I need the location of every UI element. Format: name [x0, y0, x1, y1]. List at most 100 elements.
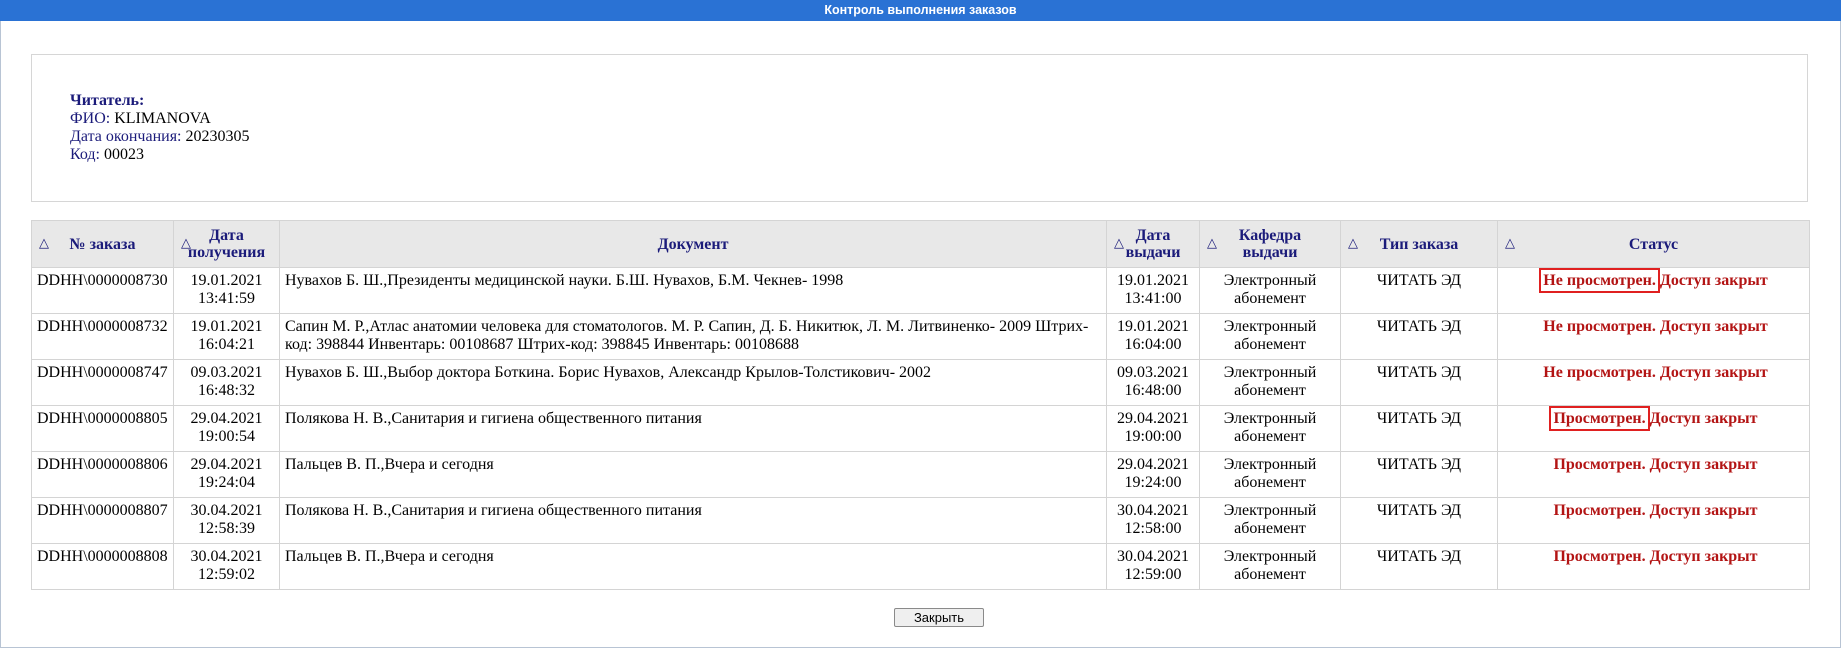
order-type-cell: ЧИТАТЬ ЭД [1340, 313, 1498, 360]
status-access: Доступ закрыт [1659, 272, 1768, 289]
order-type-cell: ЧИТАТЬ ЭД [1340, 451, 1498, 498]
sort-issued-icon[interactable]: △ [1114, 235, 1124, 252]
reader-end-date-label: Дата окончания: [70, 128, 182, 145]
received-time: 19:00:54 [198, 428, 255, 445]
issued-time: 13:41:00 [1124, 290, 1182, 307]
department-line2: абонемент [1234, 520, 1306, 537]
reader-panel: Читатель: ФИО: KLIMANOVA Дата окончания:… [31, 54, 1808, 202]
department-line1: Электронный [1223, 548, 1317, 565]
order-type-cell: ЧИТАТЬ ЭД [1340, 405, 1498, 452]
status-text: Просмотрен. Доступ закрыт [1549, 544, 1757, 569]
reader-info: Читатель: ФИО: KLIMANOVA Дата окончания:… [70, 92, 250, 164]
reader-code-line: Код: 00023 [70, 146, 250, 164]
document-cell: Пальцев В. П.,Вчера и сегодня [279, 451, 1107, 498]
department-cell: Электронный абонемент [1199, 267, 1341, 314]
received-datetime-cell: 29.04.2021 19:24:04 [173, 451, 280, 498]
status-text: Не просмотрен. Доступ закрыт [1539, 360, 1767, 385]
department-line1: Электронный [1223, 410, 1317, 427]
received-date: 19.01.2021 [190, 272, 263, 289]
table-row[interactable]: DDHH\0000008806 29.04.2021 19:24:04 Пальцев… [31, 451, 1810, 498]
issued-datetime-cell: 29.04.2021 19:00:00 [1106, 405, 1200, 452]
department-line2: абонемент [1234, 566, 1306, 583]
status-viewed: Просмотрен. [1553, 548, 1646, 565]
issued-datetime-cell: 30.04.2021 12:58:00 [1106, 497, 1200, 544]
status-text: Просмотрен. Доступ закрыт [1549, 498, 1757, 523]
order-type-cell: ЧИТАТЬ ЭД [1340, 359, 1498, 406]
issued-time: 12:58:00 [1124, 520, 1182, 537]
table-row[interactable]: DDHH\0000008805 29.04.2021 19:00:54 Поляков… [31, 405, 1810, 452]
column-header-department[interactable]: △ Кафедра выдачи [1199, 220, 1341, 268]
status-text: Не просмотрен. Доступ закрыт [1539, 314, 1767, 339]
issued-date: 29.04.2021 [1117, 410, 1189, 427]
table-row[interactable]: DDHH\0000008732 19.01.2021 16:04:21 Сапин М… [31, 313, 1810, 360]
received-datetime-cell: 30.04.2021 12:58:39 [173, 497, 280, 544]
close-button[interactable]: Закрыть [894, 608, 984, 627]
column-header-type[interactable]: △ Тип заказа [1340, 220, 1498, 268]
status-access: Доступ закрыт [1659, 318, 1768, 335]
column-header-status[interactable]: △ Статус [1497, 220, 1810, 268]
received-time: 16:04:21 [198, 336, 255, 353]
received-time: 12:58:39 [198, 520, 255, 537]
received-time: 16:48:32 [198, 382, 255, 399]
order-number-cell: DDHH\0000008807 [31, 497, 174, 544]
issued-datetime-cell: 30.04.2021 12:59:00 [1106, 543, 1200, 590]
status-access: Доступ закрыт [1659, 364, 1768, 381]
status-text: Не просмотрен. Доступ закрыт [1539, 268, 1768, 293]
sort-department-icon[interactable]: △ [1207, 235, 1217, 252]
issued-datetime-cell: 19.01.2021 16:04:00 [1106, 313, 1200, 360]
reader-fio-line: ФИО: KLIMANOVA [70, 110, 250, 128]
issued-date: 19.01.2021 [1117, 272, 1189, 289]
received-datetime-cell: 09.03.2021 16:48:32 [173, 359, 280, 406]
department-cell: Электронный абонемент [1199, 359, 1341, 406]
table-row[interactable]: DDHH\0000008730 19.01.2021 13:41:59 Нувахов… [31, 267, 1810, 314]
sort-order-no-icon[interactable]: △ [39, 235, 49, 252]
department-line1: Электронный [1223, 502, 1317, 519]
column-header-issued[interactable]: △ Дата выдачи [1106, 220, 1200, 268]
column-header-issued-line1: Дата [1135, 227, 1171, 244]
column-header-received-line2: получения [187, 244, 266, 261]
table-row[interactable]: DDHH\0000008808 30.04.2021 12:59:02 Пальцев… [31, 543, 1810, 590]
order-type-cell: ЧИТАТЬ ЭД [1340, 267, 1498, 314]
status-cell: Просмотрен. Доступ закрыт [1497, 451, 1810, 498]
department-line2: абонемент [1234, 382, 1306, 399]
issued-datetime-cell: 19.01.2021 13:41:00 [1106, 267, 1200, 314]
status-access: Доступ закрыт [1649, 456, 1758, 473]
orders-table-body: DDHH\0000008730 19.01.2021 13:41:59 Нувахов… [31, 267, 1810, 590]
status-cell: Просмотрен. Доступ закрыт [1497, 497, 1810, 544]
received-date: 30.04.2021 [190, 548, 263, 565]
document-cell: Нувахов Б. Ш.,Президенты медицинской нау… [279, 267, 1107, 314]
received-time: 19:24:04 [198, 474, 255, 491]
issued-time: 16:04:00 [1124, 336, 1182, 353]
status-viewed: Просмотрен. [1553, 456, 1646, 473]
column-header-received[interactable]: △ Дата получения [173, 220, 280, 268]
reader-end-date-value: 20230305 [185, 128, 250, 145]
department-line1: Электронный [1223, 364, 1317, 381]
sort-received-icon[interactable]: △ [181, 235, 191, 252]
department-line1: Электронный [1223, 272, 1317, 289]
department-cell: Электронный абонемент [1199, 313, 1341, 360]
document-cell: Полякова Н. В.,Санитария и гигиена общес… [279, 405, 1107, 452]
issued-date: 09.03.2021 [1117, 364, 1189, 381]
order-type-cell: ЧИТАТЬ ЭД [1340, 543, 1498, 590]
department-line2: абонемент [1234, 474, 1306, 491]
department-cell: Электронный абонемент [1199, 451, 1341, 498]
received-time: 12:59:02 [198, 566, 255, 583]
issued-datetime-cell: 09.03.2021 16:48:00 [1106, 359, 1200, 406]
column-header-document: Документ [279, 220, 1107, 268]
issued-time: 19:00:00 [1124, 428, 1182, 445]
department-cell: Электронный абонемент [1199, 543, 1341, 590]
issued-time: 12:59:00 [1124, 566, 1182, 583]
table-row[interactable]: DDHH\0000008807 30.04.2021 12:58:39 Поляков… [31, 497, 1810, 544]
sort-type-icon[interactable]: △ [1348, 235, 1358, 252]
status-cell: Просмотрен. Доступ закрыт [1497, 543, 1810, 590]
table-row[interactable]: DDHH\0000008747 09.03.2021 16:48:32 Нувахов… [31, 359, 1810, 406]
order-number-cell: DDHH\0000008806 [31, 451, 174, 498]
received-date: 09.03.2021 [190, 364, 263, 381]
status-text: Просмотрен. Доступ закрыт [1549, 452, 1757, 477]
received-date: 19.01.2021 [190, 318, 263, 335]
status-viewed: Не просмотрен. [1539, 268, 1660, 293]
reader-code-label: Код: [70, 146, 100, 163]
column-header-order-no[interactable]: △ № заказа [31, 220, 174, 268]
order-type-cell: ЧИТАТЬ ЭД [1340, 497, 1498, 544]
sort-status-icon[interactable]: △ [1505, 235, 1515, 252]
